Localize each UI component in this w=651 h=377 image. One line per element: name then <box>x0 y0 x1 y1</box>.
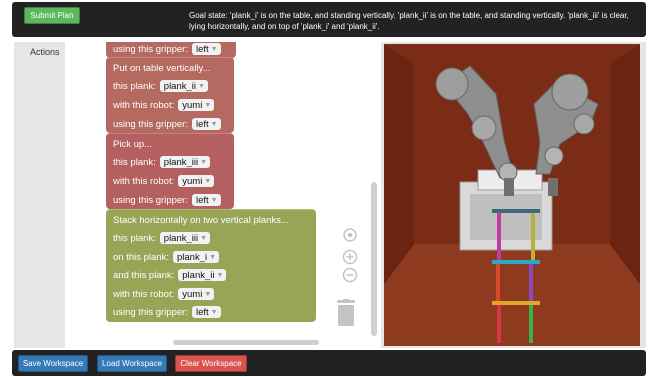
robot-scene-render <box>384 44 640 346</box>
block-title: Put on table vertically... <box>113 62 211 74</box>
block-row: with this robot: yumi ▼ <box>113 174 215 188</box>
load-workspace-button[interactable]: Load Workspace <box>97 355 167 372</box>
actions-label: Actions <box>30 47 60 57</box>
row-label: using this gripper: <box>113 194 188 206</box>
pick-up-block[interactable]: Pick up... this plank: plank_iii ▼ with t… <box>106 133 234 209</box>
gripper-dropdown[interactable]: left ▼ <box>191 118 221 130</box>
plank-dropdown[interactable]: plank_iii ▼ <box>159 232 211 244</box>
block-row: using this gripper: left ▼ <box>113 117 221 131</box>
dropdown-caret-icon: ▼ <box>209 253 217 261</box>
row-label: with this robot: <box>113 175 175 187</box>
plank-dropdown[interactable]: plank_ii ▼ <box>159 80 208 92</box>
submit-plan-button[interactable]: Submit Plan <box>24 7 80 24</box>
block-title: Pick up... <box>113 138 153 150</box>
dropdown-caret-icon: ▼ <box>200 158 208 166</box>
robot-dropdown[interactable]: yumi ▼ <box>178 99 215 111</box>
block-row: using this gripper: left ▼ <box>113 305 221 319</box>
dropdown-caret-icon: ▼ <box>204 177 212 185</box>
row-label: this plank: <box>113 156 156 168</box>
save-workspace-button[interactable]: Save Workspace <box>18 355 88 372</box>
block-row: this plank: plank_iii ▼ <box>113 231 211 245</box>
clear-workspace-button[interactable]: Clear Workspace <box>175 355 247 372</box>
gripper-dropdown[interactable]: left ▼ <box>191 43 221 55</box>
top-bar: Submit Plan Goal state: 'plank_i' is on … <box>12 2 646 37</box>
block-row: using this gripper: left ▼ <box>113 193 221 207</box>
blockly-workspace[interactable]: using this gripper: left ▼ Put on table v… <box>65 42 381 348</box>
gripper-dropdown[interactable]: left ▼ <box>191 306 221 318</box>
action-block-partial[interactable]: using this gripper: left ▼ <box>106 42 236 58</box>
plank-dropdown[interactable]: plank_i ▼ <box>172 251 220 263</box>
robot-dropdown[interactable]: yumi ▼ <box>178 288 215 300</box>
target-icon[interactable] <box>342 227 358 243</box>
row-label: with this robot: <box>113 99 175 111</box>
trash-icon[interactable] <box>336 299 356 327</box>
horizontal-scrollbar[interactable] <box>173 340 319 345</box>
block-row: using this gripper: left ▼ <box>113 42 221 56</box>
bottom-bar: Save Workspace Load Workspace Clear Work… <box>12 350 646 376</box>
dropdown-caret-icon: ▼ <box>210 120 218 128</box>
gripper-dropdown[interactable]: left ▼ <box>191 194 221 206</box>
row-label: this plank: <box>113 80 156 92</box>
block-title: Stack horizontally on two vertical plank… <box>113 214 289 226</box>
dropdown-caret-icon: ▼ <box>198 82 205 90</box>
dropdown-caret-icon: ▼ <box>210 308 218 316</box>
plank-dropdown[interactable]: plank_iii ▼ <box>159 156 211 168</box>
dropdown-caret-icon: ▼ <box>216 271 224 279</box>
robot-dropdown[interactable]: yumi ▼ <box>178 175 215 187</box>
row-label: and this plank: <box>113 269 175 281</box>
row-label: this plank: <box>113 232 156 244</box>
row-label: using this gripper: <box>113 306 188 318</box>
block-row: this plank: plank_ii ▼ <box>113 79 208 93</box>
row-label: using this gripper: <box>113 43 188 55</box>
block-row: this plank: plank_iii ▼ <box>113 155 211 169</box>
put-on-table-vertically-block[interactable]: Put on table vertically... this plank: p… <box>106 57 234 133</box>
dropdown-caret-icon: ▼ <box>210 196 218 204</box>
block-row: on this plank: plank_i ▼ <box>113 250 220 264</box>
stack-horizontally-block[interactable]: Stack horizontally on two vertical plank… <box>106 209 316 322</box>
zoom-in-icon[interactable] <box>342 249 358 265</box>
plank-dropdown[interactable]: plank_ii ▼ <box>178 269 227 281</box>
zoom-out-icon[interactable] <box>342 267 358 283</box>
dropdown-caret-icon: ▼ <box>200 234 208 242</box>
dropdown-caret-icon: ▼ <box>210 45 218 53</box>
row-label: on this plank: <box>113 251 169 263</box>
dropdown-caret-icon: ▼ <box>204 290 212 298</box>
row-label: with this robot: <box>113 288 175 300</box>
row-label: using this gripper: <box>113 118 188 130</box>
main-panel: Actions using this gripper: left ▼ Put on… <box>14 42 646 348</box>
block-row: and this plank: plank_ii ▼ <box>113 268 227 282</box>
goal-state-text: Goal state: 'plank_i' is on the table, a… <box>189 11 629 31</box>
robot-simulation-view[interactable] <box>384 44 640 346</box>
vertical-scrollbar[interactable] <box>371 182 377 336</box>
dropdown-caret-icon: ▼ <box>204 101 212 109</box>
block-row: with this robot: yumi ▼ <box>113 98 215 112</box>
block-row: with this robot: yumi ▼ <box>113 287 215 301</box>
